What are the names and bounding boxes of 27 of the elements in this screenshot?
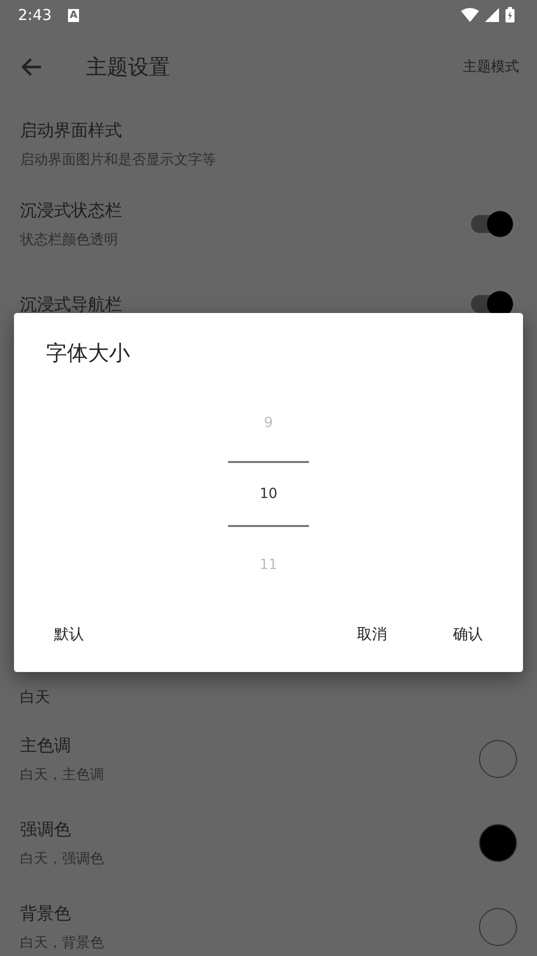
setting-subtitle: 白天，强调色 <box>20 850 105 868</box>
setting-subtitle: 白天，主色调 <box>20 766 105 784</box>
signal-icon <box>485 8 499 22</box>
status-time: 2:43 <box>18 6 52 24</box>
color-swatch[interactable] <box>479 740 517 778</box>
dialog-button[interactable]: 默认 <box>30 617 108 652</box>
setting-title: 背景色 <box>20 903 72 925</box>
dialog-button[interactable]: 取消 <box>333 617 411 652</box>
setting-title: 沉浸式导航栏 <box>20 294 123 316</box>
number-picker-value[interactable]: 10 <box>228 461 309 527</box>
setting-subtitle: 状态栏颜色透明 <box>20 231 119 249</box>
setting-subtitle: 启动界面图片和是否显示文字等 <box>20 151 217 169</box>
screen-title: 主题设置 <box>86 54 170 81</box>
wifi-icon <box>461 8 479 22</box>
setting-subtitle: 白天，背景色 <box>20 934 105 952</box>
dialog-title: 字体大小 <box>45 340 131 367</box>
section-header: 白天 <box>19 687 51 708</box>
setting-title: 启动界面样式 <box>20 120 123 142</box>
setting-title: 强调色 <box>20 819 72 841</box>
dialog-button[interactable]: 确认 <box>429 617 507 652</box>
color-swatch[interactable] <box>479 908 517 946</box>
setting-title: 主色调 <box>20 735 72 757</box>
battery-icon <box>505 7 515 23</box>
notification-icon: A <box>68 8 80 22</box>
back-arrow-icon <box>20 57 42 77</box>
setting-title: 沉浸式状态栏 <box>20 200 123 222</box>
color-swatch[interactable] <box>479 824 517 862</box>
